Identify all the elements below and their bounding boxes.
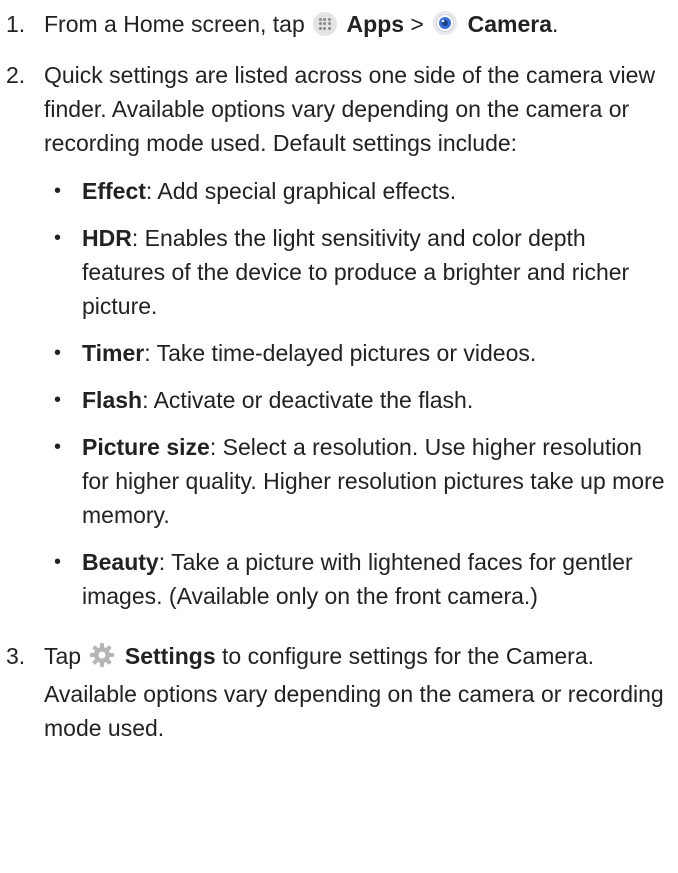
step-number: 3. <box>6 643 26 669</box>
bullet-desc: : Take a picture with lightened faces fo… <box>82 549 633 609</box>
bullet-term: HDR <box>82 225 132 251</box>
bullet: • <box>54 389 62 411</box>
step-text-pre: From a Home screen, tap <box>44 11 312 37</box>
instructions-page: 1. From a Home screen, tap Apps > Camera… <box>0 0 678 873</box>
bullet: • <box>54 436 62 458</box>
step-number: 2. <box>6 62 26 88</box>
quick-settings-list: • Effect: Add special graphical effects.… <box>44 174 672 613</box>
gear-icon <box>89 642 115 677</box>
apps-label: Apps <box>346 11 405 37</box>
separator: > <box>404 11 431 37</box>
bullet-text: Effect: Add special graphical effects. <box>82 174 672 208</box>
list-item-picture-size: • Picture size: Select a resolution. Use… <box>44 430 672 532</box>
list-item-effect: • Effect: Add special graphical effects. <box>44 174 672 208</box>
step-text: Tap Settings to configure settings for t… <box>44 639 672 745</box>
camera-label: Camera <box>467 11 553 37</box>
bullet-term: Flash <box>82 387 143 413</box>
bullet-term: Picture size <box>82 434 210 460</box>
step-3: 3. Tap Settings to configure settings fo… <box>0 639 678 745</box>
bullet: • <box>54 227 62 249</box>
bullet-desc: : Activate or deactivate the flash. <box>142 387 474 413</box>
step-text: From a Home screen, tap Apps > Camera. <box>44 7 672 45</box>
bullet: • <box>54 180 62 202</box>
bullet-text: Timer: Take time-delayed pictures or vid… <box>82 336 672 370</box>
step-text: Quick settings are listed across one sid… <box>44 62 656 156</box>
step-body: From a Home screen, tap Apps > Camera. <box>44 7 678 45</box>
bullet-text: Picture size: Select a resolution. Use h… <box>82 430 672 532</box>
camera-icon <box>432 10 458 45</box>
apps-grid-icon <box>313 12 338 36</box>
bullet: • <box>54 342 62 364</box>
bullet-term: Timer <box>82 340 145 366</box>
step-2: 2. Quick settings are listed across one … <box>0 58 678 626</box>
step-body: Quick settings are listed across one sid… <box>44 58 678 626</box>
list-item-flash: • Flash: Activate or deactivate the flas… <box>44 383 672 417</box>
bullet-text: Beauty: Take a picture with lightened fa… <box>82 545 672 613</box>
step-1: 1. From a Home screen, tap Apps > Camera… <box>0 7 678 45</box>
bullet-desc: : Enables the light sensitivity and colo… <box>82 225 630 319</box>
step-body: Tap Settings to configure settings for t… <box>44 639 678 745</box>
bullet: • <box>54 551 62 573</box>
bullet-desc: : Add special graphical effects. <box>145 178 457 204</box>
list-item-beauty: • Beauty: Take a picture with lightened … <box>44 545 672 613</box>
bullet-desc: : Take time-delayed pictures or videos. <box>144 340 537 366</box>
bullet-term: Beauty <box>82 549 159 575</box>
settings-label: Settings <box>124 643 216 669</box>
bullet-text: Flash: Activate or deactivate the flash. <box>82 383 672 417</box>
list-item-timer: • Timer: Take time-delayed pictures or v… <box>44 336 672 370</box>
step-number: 1. <box>6 11 26 37</box>
list-item-hdr: • HDR: Enables the light sensitivity and… <box>44 221 672 323</box>
bullet-text: HDR: Enables the light sensitivity and c… <box>82 221 672 323</box>
step-text-pre: Tap <box>44 643 88 669</box>
bullet-term: Effect <box>82 178 146 204</box>
